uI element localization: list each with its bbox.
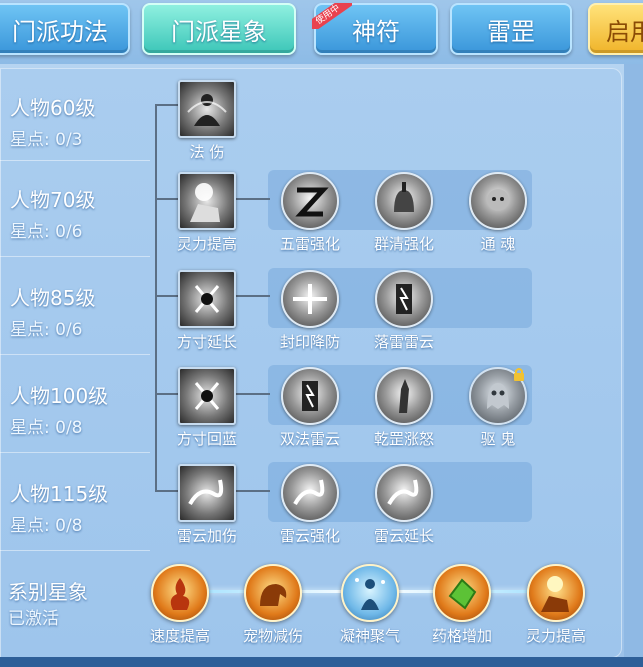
skill-exorcise-ghost[interactable]: 驱 鬼 (458, 367, 538, 449)
enable-button[interactable]: 启用 (588, 3, 643, 55)
bottom-edge (0, 657, 643, 667)
meditating-figure-icon (341, 564, 399, 622)
skill-label: 宠物减伤 (242, 627, 303, 645)
tree-trunk-line (155, 104, 157, 490)
star-points: 星点: 0/8 (10, 418, 83, 438)
skill-thunder-cloud-enhance[interactable]: 雷云强化 (270, 464, 350, 546)
skill-label: 药格增加 (431, 627, 492, 645)
skill-label: 通 魂 (480, 235, 516, 253)
top-tab-bar: 门派功法 门派星象 使用中 神符 雷罡 启用 (0, 0, 643, 64)
skill-label: 方寸延长 (176, 333, 237, 351)
skill-label: 封印降防 (279, 333, 340, 351)
system-constellation-title: 系别星象 (8, 580, 88, 604)
level-title: 人物100级 (10, 384, 109, 408)
tab-label: 神符 (352, 17, 400, 46)
skill-label: 方寸回蓝 (176, 430, 237, 448)
skill-spell-damage[interactable]: 法 伤 (167, 80, 247, 162)
green-gem-icon (433, 564, 491, 622)
button-label: 启用 (606, 17, 643, 46)
skill-label: 乾罡涨怒 (373, 430, 434, 448)
star-points: 星点: 0/6 (10, 320, 83, 340)
sword-cross-icon (281, 270, 339, 328)
level-title: 人物60级 (10, 96, 96, 120)
level-title: 人物70级 (10, 188, 96, 212)
skill-qiangang-rage[interactable]: 乾罡涨怒 (364, 367, 444, 449)
skill-label: 雷云强化 (279, 527, 340, 545)
tab-divine-talisman[interactable]: 使用中 神符 (312, 3, 438, 55)
skill-thunder-cloud-damage[interactable]: 雷云加伤 (167, 464, 247, 546)
skill-spirit-boost[interactable]: 灵力提高 (167, 172, 247, 254)
skill-fangcun-mana-regen[interactable]: 方寸回蓝 (167, 367, 247, 449)
tab-sect-constellation[interactable]: 门派星象 (142, 3, 296, 55)
skill-five-thunder-enhance[interactable]: 五雷强化 (270, 172, 350, 254)
system-skill-pet-damage-reduction[interactable]: 宠物减伤 (233, 564, 313, 646)
thunder-scroll-icon (281, 367, 339, 425)
skill-label: 双法雷云 (279, 430, 340, 448)
divider (0, 160, 150, 161)
skill-fangcun-extend[interactable]: 方寸延长 (167, 270, 247, 352)
divider (0, 354, 150, 355)
lock-icon (512, 366, 526, 381)
skill-label: 法 伤 (189, 143, 225, 161)
skill-label: 雷云加伤 (176, 527, 237, 545)
thunder-seal-icon (281, 172, 339, 230)
level-title: 人物85级 (10, 286, 96, 310)
level-row-85: 人物85级 星点: 0/6 (10, 282, 95, 340)
skill-falling-thunder-cloud[interactable]: 落雷雷云 (364, 270, 444, 352)
meditation-icon (178, 80, 236, 138)
star-points: 星点: 0/6 (10, 222, 83, 242)
skill-label: 群清强化 (373, 235, 434, 253)
tab-label: 雷罡 (487, 17, 535, 46)
thunder-scroll-icon (375, 270, 433, 328)
bell-icon (375, 172, 433, 230)
skill-seal-defense-down[interactable]: 封印降防 (270, 270, 350, 352)
system-skill-spirit-boost[interactable]: 灵力提高 (516, 564, 596, 646)
sage-face-icon (469, 172, 527, 230)
skill-label: 五雷强化 (279, 235, 340, 253)
divider (0, 256, 150, 257)
skill-label: 灵力提高 (176, 235, 237, 253)
system-skill-focus-spirit[interactable]: 凝神聚气 (330, 564, 410, 646)
rune-burst-icon (178, 367, 236, 425)
divider (0, 550, 150, 551)
system-skill-medicine-slot-increase[interactable]: 药格增加 (422, 564, 502, 646)
level-row-70: 人物70级 星点: 0/6 (10, 184, 95, 242)
level-row-60: 人物60级 星点: 0/3 (10, 92, 95, 150)
tab-label: 门派功法 (12, 17, 108, 46)
skill-thunder-cloud-extend[interactable]: 雷云延长 (364, 464, 444, 546)
skill-dual-thunder-cloud[interactable]: 双法雷云 (270, 367, 350, 449)
skill-label: 雷云延长 (373, 527, 434, 545)
glowing-hand-icon (527, 564, 585, 622)
right-scroll-edge (624, 64, 643, 667)
skill-label: 速度提高 (149, 627, 210, 645)
star-points: 星点: 0/3 (10, 130, 83, 150)
cloud-swirl-icon (281, 464, 339, 522)
cloud-swirl-icon (178, 464, 236, 522)
flame-figure-icon (151, 564, 209, 622)
tab-sect-skills[interactable]: 门派功法 (0, 3, 130, 55)
cloud-swirl-icon (375, 464, 433, 522)
in-use-badge: 使用中 (312, 3, 352, 29)
skill-group-cleanse-enhance[interactable]: 群清强化 (364, 172, 444, 254)
star-points: 星点: 0/8 (10, 516, 83, 536)
skill-soul-link[interactable]: 通 魂 (458, 172, 538, 254)
skill-label: 落雷雷云 (373, 333, 434, 351)
raised-arm-icon (375, 367, 433, 425)
tab-label: 门派星象 (171, 17, 267, 46)
tab-thunder-gang[interactable]: 雷罡 (450, 3, 572, 55)
glowing-hand-icon (178, 172, 236, 230)
beast-icon (244, 564, 302, 622)
skill-label: 凝神聚气 (339, 627, 400, 645)
skill-label: 灵力提高 (525, 627, 586, 645)
activation-status: 已激活 (8, 609, 59, 629)
level-row-100: 人物100级 星点: 0/8 (10, 380, 108, 438)
rune-burst-icon (178, 270, 236, 328)
skill-label: 驱 鬼 (480, 430, 516, 448)
level-row-115: 人物115级 星点: 0/8 (10, 478, 108, 536)
divider (0, 452, 150, 453)
system-skill-speed-up[interactable]: 速度提高 (140, 564, 220, 646)
level-title: 人物115级 (10, 482, 109, 506)
